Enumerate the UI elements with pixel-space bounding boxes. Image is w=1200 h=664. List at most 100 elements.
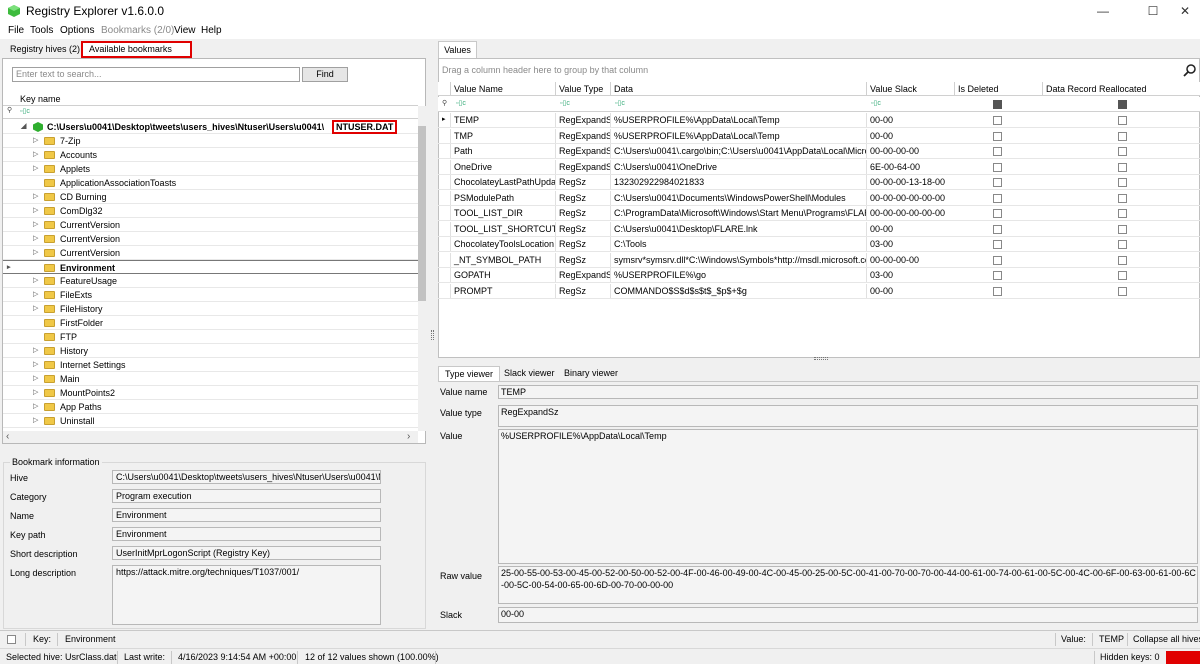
close-button[interactable]: ✕ bbox=[1166, 0, 1200, 22]
horizontal-splitter-grip[interactable] bbox=[814, 357, 828, 360]
vertical-splitter-grip[interactable] bbox=[431, 330, 434, 340]
status-checkbox[interactable] bbox=[7, 635, 16, 644]
group-by-area[interactable]: Drag a column header here to group by th… bbox=[438, 62, 1190, 78]
tree-item[interactable]: ▷ CurrentVersion bbox=[3, 232, 418, 246]
tree-item[interactable]: ▷ 7-Zip bbox=[3, 134, 418, 148]
reallocated-checkbox[interactable] bbox=[1118, 224, 1127, 234]
value-row[interactable]: PROMPT RegSz COMMANDO$S$d$s$t$_$p$+$g 00-00 bbox=[438, 283, 1200, 299]
tree-item[interactable]: ▸ Environment bbox=[3, 260, 418, 274]
value-row[interactable]: OneDriveRegExpandSzC:\Users\u0041\OneDri… bbox=[438, 159, 1200, 175]
search-input[interactable]: Enter text to search... bbox=[12, 67, 300, 82]
expand-arrow-icon[interactable]: ▷ bbox=[33, 134, 38, 148]
tree-item[interactable]: FirstFolder bbox=[3, 316, 418, 330]
expand-arrow-icon[interactable]: ▷ bbox=[33, 246, 38, 260]
tab-slack-viewer[interactable]: Slack viewer bbox=[498, 366, 561, 381]
values-filter-row[interactable]: ⚲ ▫▯c ▫▯c ▫▯c ▫▯c bbox=[438, 97, 1200, 112]
is-deleted-checkbox[interactable] bbox=[993, 224, 1002, 234]
expand-arrow-icon[interactable]: ▷ bbox=[33, 232, 38, 246]
tree-root-hive[interactable]: ◢ C:\Users\u0041\Desktop\tweets\users_hi… bbox=[3, 120, 418, 134]
search-icon[interactable] bbox=[1183, 64, 1196, 77]
raw-value-field[interactable]: 25-00-55-00-53-00-45-00-52-00-50-00-52-0… bbox=[498, 566, 1198, 604]
reallocated-checkbox[interactable] bbox=[1118, 209, 1127, 218]
is-deleted-checkbox[interactable] bbox=[993, 162, 1002, 172]
value-row[interactable]: ChocolateyToolsLocation RegSz C:\Tools 03-0… bbox=[438, 237, 1200, 252]
tree-item[interactable]: ▷ FileHistory bbox=[3, 302, 418, 316]
collapse-all-hives-button[interactable]: Collapse all hives bbox=[1133, 634, 1200, 644]
value-row[interactable]: ChocolateyLastPathUpdate RegSz 13230292298… bbox=[438, 175, 1200, 190]
expand-arrow-icon[interactable]: ▷ bbox=[33, 274, 38, 288]
menu-view[interactable]: View bbox=[174, 25, 196, 36]
is-deleted-checkbox[interactable] bbox=[993, 271, 1002, 280]
reallocated-checkbox[interactable] bbox=[1118, 178, 1127, 187]
is-deleted-checkbox[interactable] bbox=[993, 178, 1002, 187]
expand-arrow-icon[interactable]: ▷ bbox=[33, 148, 38, 162]
tree-item[interactable]: ▷ Uninstall bbox=[3, 414, 418, 428]
filter-name-icon[interactable]: ▫▯c bbox=[456, 99, 466, 107]
is-deleted-checkbox[interactable] bbox=[993, 209, 1002, 218]
tab-values[interactable]: Values bbox=[438, 41, 477, 58]
expand-arrow-icon[interactable]: ▷ bbox=[33, 288, 38, 302]
tab-registry-hives[interactable]: Registry hives (2) bbox=[4, 41, 86, 57]
is-deleted-checkbox[interactable] bbox=[993, 147, 1002, 156]
col-value-slack[interactable]: Value Slack bbox=[866, 82, 954, 96]
is-deleted-checkbox[interactable] bbox=[993, 240, 1002, 249]
name-field[interactable]: Environment bbox=[112, 508, 381, 522]
tree-item[interactable]: ▷ FeatureUsage bbox=[3, 274, 418, 288]
find-button[interactable]: Find bbox=[302, 67, 348, 82]
expand-arrow-icon[interactable]: ▷ bbox=[33, 218, 38, 232]
collapse-arrow-icon[interactable]: ◢ bbox=[21, 120, 26, 134]
is-deleted-checkbox[interactable] bbox=[993, 193, 1002, 203]
value-row[interactable]: GOPATHRegExpandSz%USERPROFILE%\go03-00 bbox=[438, 268, 1200, 283]
tree-item[interactable]: ▷ CurrentVersion bbox=[3, 246, 418, 260]
menu-bookmarks[interactable]: Bookmarks (2/0) bbox=[101, 25, 174, 36]
reallocated-checkbox[interactable] bbox=[1118, 240, 1127, 249]
scroll-right-icon[interactable]: › bbox=[407, 431, 410, 442]
scroll-left-icon[interactable]: ‹ bbox=[6, 431, 9, 442]
is-deleted-checkbox[interactable] bbox=[993, 286, 1002, 296]
tree-scroll-thumb[interactable] bbox=[418, 126, 426, 301]
tab-available-bookmarks[interactable]: Available bookmarks (37/0) bbox=[81, 41, 192, 67]
reallocated-checkbox[interactable] bbox=[1118, 255, 1127, 265]
value-type-field[interactable]: RegExpandSz bbox=[498, 405, 1198, 427]
tree-item[interactable]: ApplicationAssociationToasts bbox=[3, 176, 418, 190]
value-row[interactable]: ▸ TEMPRegExpandSz%USERPROFILE%\AppData\Lo… bbox=[438, 113, 1200, 128]
keypath-field[interactable]: Environment bbox=[112, 527, 381, 541]
expand-arrow-icon[interactable]: ▷ bbox=[33, 414, 38, 428]
minimize-button[interactable]: — bbox=[1084, 0, 1122, 22]
value-row[interactable]: TOOL_LIST_DIR RegSz C:\ProgramData\Microso… bbox=[438, 206, 1200, 221]
tree-item[interactable]: ▷ Main bbox=[3, 372, 418, 386]
tree-item[interactable]: ▷ Accounts bbox=[3, 148, 418, 162]
reallocated-checkbox[interactable] bbox=[1118, 162, 1127, 172]
value-row[interactable]: _NT_SYMBOL_PATH RegSz symsrv*symsrv.dll*C:… bbox=[438, 252, 1200, 268]
tree-column-header[interactable]: Key name bbox=[3, 91, 418, 106]
col-is-deleted[interactable]: Is Deleted bbox=[954, 82, 1042, 96]
slack-field[interactable]: 00-00 bbox=[498, 607, 1198, 623]
reallocated-checkbox[interactable] bbox=[1118, 193, 1127, 203]
tree-item[interactable]: ▷ FileExts bbox=[3, 288, 418, 302]
value-field[interactable]: %USERPROFILE%\AppData\Local\Temp bbox=[498, 429, 1198, 564]
filter-deleted-checkbox[interactable] bbox=[993, 100, 1002, 109]
expand-arrow-icon[interactable]: ▷ bbox=[33, 190, 38, 204]
tree-filter-row[interactable]: ⚲ ▫▯c bbox=[3, 106, 418, 119]
short-description-field[interactable]: UserInitMprLogonScript (Registry Key) bbox=[112, 546, 381, 560]
long-description-field[interactable]: https://attack.mitre.org/techniques/T103… bbox=[112, 565, 381, 625]
expand-arrow-icon[interactable]: ▷ bbox=[33, 162, 38, 176]
value-name-field[interactable]: TEMP bbox=[498, 385, 1198, 399]
tab-type-viewer[interactable]: Type viewer bbox=[438, 366, 501, 381]
expand-arrow-icon[interactable]: ▷ bbox=[33, 372, 38, 386]
filter-reallocated-checkbox[interactable] bbox=[1118, 100, 1127, 109]
tree-item[interactable]: ▷ Applets bbox=[3, 162, 418, 176]
tree-horizontal-scrollbar[interactable]: ‹ › bbox=[3, 431, 418, 443]
expand-arrow-icon[interactable]: ▷ bbox=[33, 204, 38, 218]
tree-item[interactable]: ▷ CurrentVersion bbox=[3, 218, 418, 232]
reallocated-checkbox[interactable] bbox=[1118, 147, 1127, 156]
category-field[interactable]: Program execution bbox=[112, 489, 381, 503]
value-row[interactable]: TOOL_LIST_SHORTCUT RegSz C:\Users\u0041\De… bbox=[438, 221, 1200, 237]
menu-help[interactable]: Help bbox=[201, 25, 222, 36]
col-data-record-reallocated[interactable]: Data Record Reallocated bbox=[1042, 82, 1200, 96]
is-deleted-checkbox[interactable] bbox=[993, 255, 1002, 265]
is-deleted-checkbox[interactable] bbox=[993, 131, 1002, 141]
reallocated-checkbox[interactable] bbox=[1118, 286, 1127, 296]
filter-slack-icon[interactable]: ▫▯c bbox=[871, 99, 881, 107]
tree-item[interactable]: ▷ ComDlg32 bbox=[3, 204, 418, 218]
